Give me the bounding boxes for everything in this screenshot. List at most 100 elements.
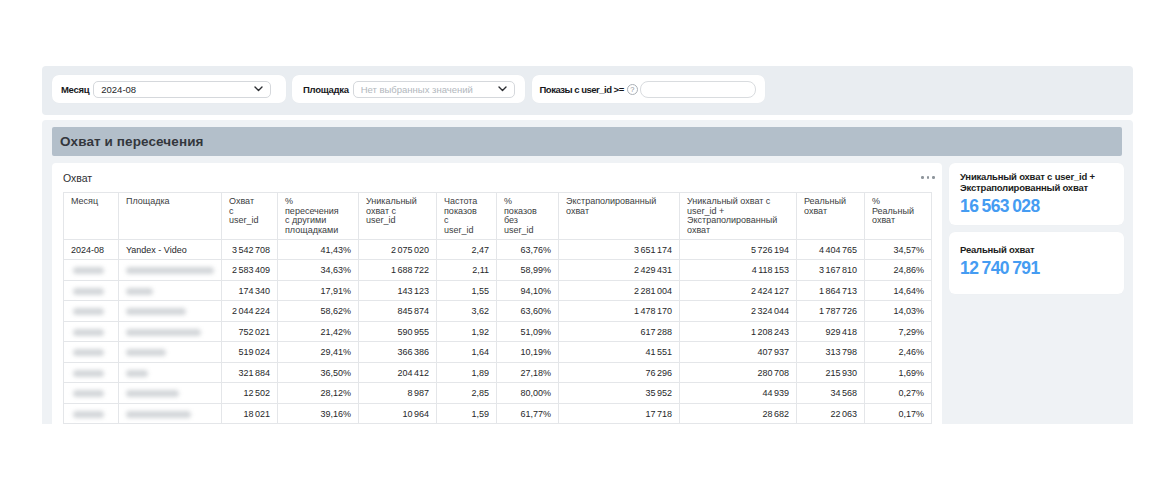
cell-value: 36,50% — [278, 362, 359, 383]
column-header-3[interactable]: Охват с user_id — [222, 193, 278, 240]
cell-month: 2024-08 — [64, 239, 119, 260]
cell-value: 61,77% — [497, 403, 559, 424]
cell-value: 12 502 — [222, 383, 278, 404]
section-header: Охват и пересечения — [52, 127, 1122, 156]
cell-value: 1,89 — [437, 362, 497, 383]
cell-month — [64, 383, 119, 404]
section-title: Охват и пересечения — [60, 134, 204, 149]
cell-month — [64, 362, 119, 383]
cell-value: 58,99% — [497, 260, 559, 281]
table-row: 519 02429,41%366 3861,6410,19%41 551407 … — [64, 342, 932, 363]
redacted-blur — [126, 390, 179, 397]
cell-value: 2,46% — [865, 342, 932, 363]
cell-platform — [119, 362, 222, 383]
redacted-blur — [73, 370, 104, 377]
redacted-blur — [73, 329, 104, 336]
cell-value: 215 930 — [797, 362, 865, 383]
cell-value: 2 075 020 — [359, 239, 437, 260]
column-header-9[interactable]: Уникальный охват с user_id + Экстраполир… — [680, 193, 797, 240]
cell-value: 313 798 — [797, 342, 865, 363]
ellipsis-menu-icon[interactable] — [921, 174, 934, 180]
cell-value: 1,92 — [437, 321, 497, 342]
impressions-input[interactable] — [640, 81, 756, 98]
month-select[interactable]: 2024-08 — [93, 81, 271, 98]
cell-platform — [119, 383, 222, 404]
section-covr: Охват и пересечения Охват МесяцПлощадкаО… — [42, 120, 1133, 424]
filter-impressions: Показы с user_id >= ? — [532, 75, 765, 103]
cell-value: 34,63% — [278, 260, 359, 281]
cell-value: 174 340 — [222, 280, 278, 301]
cell-value: 1 208 243 — [680, 321, 797, 342]
cell-value: 2 044 224 — [222, 301, 278, 322]
redacted-blur — [126, 370, 148, 377]
cell-value: 7,29% — [865, 321, 932, 342]
column-header-6[interactable]: Частота показов с user_id — [437, 193, 497, 240]
cell-value: 28,12% — [278, 383, 359, 404]
cell-value: 1 478 170 — [559, 301, 680, 322]
column-header-1[interactable]: Месяц — [64, 193, 119, 240]
filters-bar: Месяц 2024-08 Площадка Нет выбранных зна… — [42, 66, 1133, 115]
cell-value: 41,43% — [278, 239, 359, 260]
redacted-blur — [73, 390, 104, 397]
cell-value: 80,00% — [497, 383, 559, 404]
question-icon[interactable]: ? — [627, 84, 638, 95]
cell-value: 1,69% — [865, 362, 932, 383]
cell-value: 58,62% — [278, 301, 359, 322]
cell-month — [64, 260, 119, 281]
platform-select-placeholder: Нет выбранных значений — [361, 84, 494, 95]
platform-select[interactable]: Нет выбранных значений — [353, 81, 515, 98]
cell-platform — [119, 301, 222, 322]
cell-value: 280 708 — [680, 362, 797, 383]
redacted-blur — [73, 411, 104, 418]
cell-platform — [119, 321, 222, 342]
chevron-down-icon — [254, 86, 263, 92]
table-row: 12 50228,12%8 9872,8580,00%35 95244 9393… — [64, 383, 932, 404]
table-row: 18 02139,16%10 9641,5961,77%17 71828 682… — [64, 403, 932, 424]
cell-value: 24,86% — [865, 260, 932, 281]
table-row: 174 34017,91%143 1231,5594,10%2 281 0042… — [64, 280, 932, 301]
column-header-8[interactable]: Экстраполированный охват — [559, 193, 680, 240]
coverage-table: МесяцПлощадкаОхват с user_id% пересечени… — [63, 192, 932, 424]
cell-value: 0,17% — [865, 403, 932, 424]
cell-value: 752 021 — [222, 321, 278, 342]
indicator-label: Уникальный охват с user_id + Экстраполир… — [960, 172, 1113, 193]
cell-month — [64, 321, 119, 342]
cell-value: 14,64% — [865, 280, 932, 301]
table-row: 2 583 40934,63%1 688 7222,1158,99%2 429 … — [64, 260, 932, 281]
redacted-blur — [126, 288, 153, 295]
column-header-10[interactable]: Реальный охват — [797, 193, 865, 240]
indicators-column: Уникальный охват с user_id + Экстраполир… — [949, 163, 1124, 294]
cell-value: 4 118 153 — [680, 260, 797, 281]
cell-value: 21,42% — [278, 321, 359, 342]
chevron-down-icon — [498, 86, 507, 92]
impressions-filter-label: Показы с user_id >= — [540, 84, 624, 95]
cell-value: 2,85 — [437, 383, 497, 404]
cell-value: 3 651 174 — [559, 239, 680, 260]
redacted-blur — [73, 288, 104, 295]
cell-value: 2 281 004 — [559, 280, 680, 301]
column-header-7[interactable]: % показов без user_id — [497, 193, 559, 240]
cell-platform — [119, 403, 222, 424]
cell-value: 1,55 — [437, 280, 497, 301]
table-row: 2 044 22458,62%845 8743,6263,60%1 478 17… — [64, 301, 932, 322]
cell-platform — [119, 342, 222, 363]
cell-value: 51,09% — [497, 321, 559, 342]
cell-value: 204 412 — [359, 362, 437, 383]
column-header-11[interactable]: % Реальный охват — [865, 193, 932, 240]
column-header-4[interactable]: % пересечения с другими площадками — [278, 193, 359, 240]
column-header-2[interactable]: Площадка — [119, 193, 222, 240]
cell-value: 17 718 — [559, 403, 680, 424]
cell-value: 34,57% — [865, 239, 932, 260]
cell-platform: Yandex - Video — [119, 239, 222, 260]
cell-value: 407 937 — [680, 342, 797, 363]
cell-value: 590 955 — [359, 321, 437, 342]
filter-month: Месяц 2024-08 — [52, 75, 286, 103]
cell-value: 94,10% — [497, 280, 559, 301]
column-header-5[interactable]: Уникальный охват с user_id — [359, 193, 437, 240]
indicator-value: 12 740 791 — [960, 258, 1113, 279]
redacted-blur — [73, 267, 104, 274]
cell-value: 10,19% — [497, 342, 559, 363]
cell-value: 5 726 194 — [680, 239, 797, 260]
cell-value: 76 296 — [559, 362, 680, 383]
cell-value: 39,16% — [278, 403, 359, 424]
